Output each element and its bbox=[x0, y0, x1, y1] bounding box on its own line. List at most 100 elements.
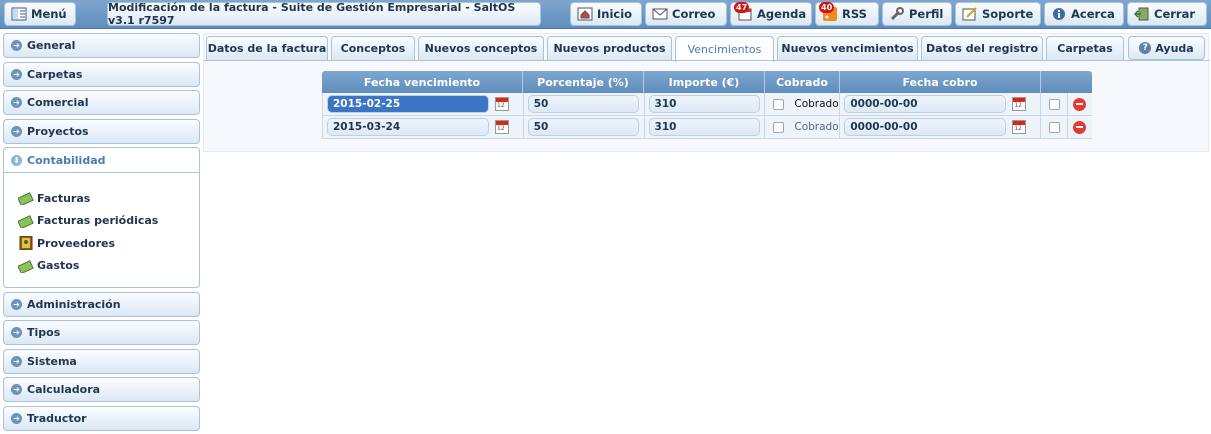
fecha-cobro-input[interactable]: 0000-00-00 bbox=[844, 95, 1007, 113]
sidebar-subitem-gastos[interactable]: Gastos bbox=[17, 255, 199, 278]
sidebar-item-calculadora[interactable]: ➔ Calculadora bbox=[3, 377, 200, 402]
sidebar-item-tipos[interactable]: ➔ Tipos bbox=[3, 320, 200, 345]
calendar-icon[interactable] bbox=[1012, 120, 1027, 134]
sidebar-subitem-label: Facturas bbox=[37, 191, 91, 205]
sidebar-item-proyectos[interactable]: ➔ Proyectos bbox=[3, 118, 200, 144]
sidebar-section-contabilidad: ⬇ Contabilidad Facturas Facturas periódic… bbox=[3, 147, 200, 288]
fecha-cobro-input[interactable]: 0000-00-00 bbox=[844, 118, 1007, 136]
arrow-right-icon: ➔ bbox=[11, 412, 22, 424]
tab-conceptos[interactable]: Conceptos bbox=[331, 36, 415, 60]
tab-datos-factura[interactable]: Datos de la factura bbox=[206, 36, 328, 60]
sidebar-item-sistema[interactable]: ➔ Sistema bbox=[3, 348, 200, 374]
contacts-book-icon bbox=[18, 235, 34, 251]
arrow-right-icon: ➔ bbox=[11, 97, 22, 108]
menu-button[interactable]: Menú bbox=[4, 2, 76, 26]
delete-icon[interactable] bbox=[1073, 97, 1087, 111]
tab-bar: Datos de la factura Conceptos Nuevos con… bbox=[204, 36, 1210, 62]
money-icon bbox=[17, 214, 34, 229]
about-button[interactable]: Acerca bbox=[1044, 2, 1124, 26]
select-row-checkbox[interactable] bbox=[1049, 98, 1061, 110]
sidebar-item-label: Carpetas bbox=[27, 67, 83, 81]
select-row-checkbox[interactable] bbox=[1049, 121, 1061, 133]
sidebar-item-label: Administración bbox=[27, 297, 121, 311]
profile-label: Perfil bbox=[909, 7, 944, 21]
close-button[interactable]: Cerrar bbox=[1127, 2, 1207, 26]
arrow-right-icon: ➔ bbox=[11, 68, 22, 80]
importe-input[interactable]: 310 bbox=[648, 95, 760, 113]
cobrado-checkbox[interactable] bbox=[773, 121, 785, 133]
sidebar-subitem-label: Gastos bbox=[37, 259, 80, 273]
importe-input[interactable]: 310 bbox=[648, 118, 760, 136]
porcentaje-input[interactable]: 50 bbox=[527, 118, 639, 136]
tab-nuevos-productos[interactable]: Nuevos productos bbox=[547, 36, 672, 60]
sidebar-item-contabilidad[interactable]: ⬇ Contabilidad bbox=[4, 148, 199, 173]
sidebar-item-label: Contabilidad bbox=[27, 153, 106, 167]
arrow-right-icon: ➔ bbox=[11, 355, 22, 367]
sidebar-item-comercial[interactable]: ➔ Comercial bbox=[3, 90, 200, 115]
calendar-icon: 47 bbox=[734, 2, 753, 21]
fecha-vencimiento-input[interactable]: 2015-02-25 bbox=[327, 95, 489, 113]
rss-label: RSS bbox=[842, 7, 867, 21]
cobrado-label: Cobrado bbox=[794, 121, 839, 133]
agenda-button[interactable]: 47 Agenda bbox=[730, 2, 812, 26]
info-icon bbox=[1051, 7, 1067, 21]
tab-vencimientos[interactable]: Vencimientos bbox=[675, 36, 774, 62]
help-button[interactable]: ? Ayuda bbox=[1128, 36, 1205, 60]
help-icon: ? bbox=[1139, 42, 1152, 54]
money-icon bbox=[17, 191, 34, 207]
support-label: Soporte bbox=[982, 7, 1034, 21]
sidebar-item-label: Proyectos bbox=[27, 124, 89, 138]
sidebar-item-label: Calculadora bbox=[27, 383, 101, 396]
rss-button[interactable]: 40 RSS bbox=[815, 2, 879, 26]
tab-nuevos-vencimientos[interactable]: Nuevos vencimientos bbox=[777, 36, 918, 60]
calendar-icon[interactable] bbox=[495, 97, 509, 111]
sidebar-item-label: Tipos bbox=[27, 326, 61, 339]
window-title: Modificación de la factura - Suite de Ge… bbox=[107, 1, 541, 27]
support-button[interactable]: Soporte bbox=[955, 2, 1041, 26]
fecha-vencimiento-input[interactable]: 2015-03-24 bbox=[327, 118, 489, 136]
tab-nuevos-conceptos[interactable]: Nuevos conceptos bbox=[418, 36, 544, 60]
header-actions bbox=[1041, 71, 1092, 93]
arrow-right-icon: ➔ bbox=[11, 384, 22, 395]
header-fecha-cobro: Fecha cobro bbox=[840, 71, 1041, 93]
sidebar-subitem-proveedores[interactable]: Proveedores bbox=[18, 232, 199, 255]
calendar-icon[interactable] bbox=[1012, 97, 1027, 111]
sidebar-item-general[interactable]: ➔ General bbox=[3, 33, 200, 58]
home-button[interactable]: Inicio bbox=[570, 2, 642, 26]
menu-icon bbox=[11, 7, 27, 21]
calendar-icon[interactable] bbox=[495, 120, 509, 134]
main-panel: Datos de la factura Conceptos Nuevos con… bbox=[203, 33, 1210, 152]
sidebar-item-traductor[interactable]: ➔ Traductor bbox=[3, 405, 200, 431]
mail-button[interactable]: Correo bbox=[645, 2, 727, 26]
rss-badge: 40 bbox=[819, 2, 835, 13]
arrow-right-icon: ➔ bbox=[11, 40, 22, 51]
table-header: Fecha vencimiento Porcentaje (%) Importe… bbox=[322, 71, 1092, 93]
agenda-badge: 47 bbox=[734, 2, 750, 13]
home-label: Inicio bbox=[597, 7, 633, 21]
header-importe: Importe (€) bbox=[644, 71, 765, 93]
tab-datos-registro[interactable]: Datos del registro bbox=[921, 36, 1043, 60]
sidebar-item-label: Comercial bbox=[27, 96, 89, 109]
sidebar: ➔ General ➔ Carpetas ➔ Comercial ➔ Proyectos… bbox=[3, 33, 200, 434]
sidebar-subitem-facturas[interactable]: Facturas bbox=[17, 187, 199, 210]
arrow-right-icon: ➔ bbox=[11, 298, 22, 310]
header-fecha-vencimiento: Fecha vencimiento bbox=[322, 71, 523, 93]
profile-button[interactable]: Perfil bbox=[882, 2, 952, 26]
vencimientos-table: Fecha vencimiento Porcentaje (%) Importe… bbox=[322, 71, 1092, 139]
rss-icon: 40 bbox=[819, 2, 838, 21]
cobrado-checkbox[interactable] bbox=[773, 98, 785, 110]
close-label: Cerrar bbox=[1154, 7, 1196, 21]
mail-label: Correo bbox=[672, 7, 716, 21]
help-label: Ayuda bbox=[1155, 41, 1194, 55]
sidebar-item-administracion[interactable]: ➔ Administración bbox=[3, 291, 200, 317]
arrow-down-icon: ⬇ bbox=[11, 154, 22, 166]
tab-carpetas[interactable]: Carpetas bbox=[1046, 36, 1124, 60]
sidebar-item-label: General bbox=[27, 39, 76, 52]
porcentaje-input[interactable]: 50 bbox=[527, 95, 639, 113]
header-porcentaje: Porcentaje (%) bbox=[523, 71, 644, 93]
sidebar-item-carpetas[interactable]: ➔ Carpetas bbox=[3, 61, 200, 87]
arrow-right-icon: ➔ bbox=[11, 125, 22, 137]
edit-icon bbox=[962, 7, 978, 21]
sidebar-subitem-facturas-periodicas[interactable]: Facturas periódicas bbox=[17, 210, 199, 233]
delete-icon[interactable] bbox=[1073, 120, 1087, 134]
